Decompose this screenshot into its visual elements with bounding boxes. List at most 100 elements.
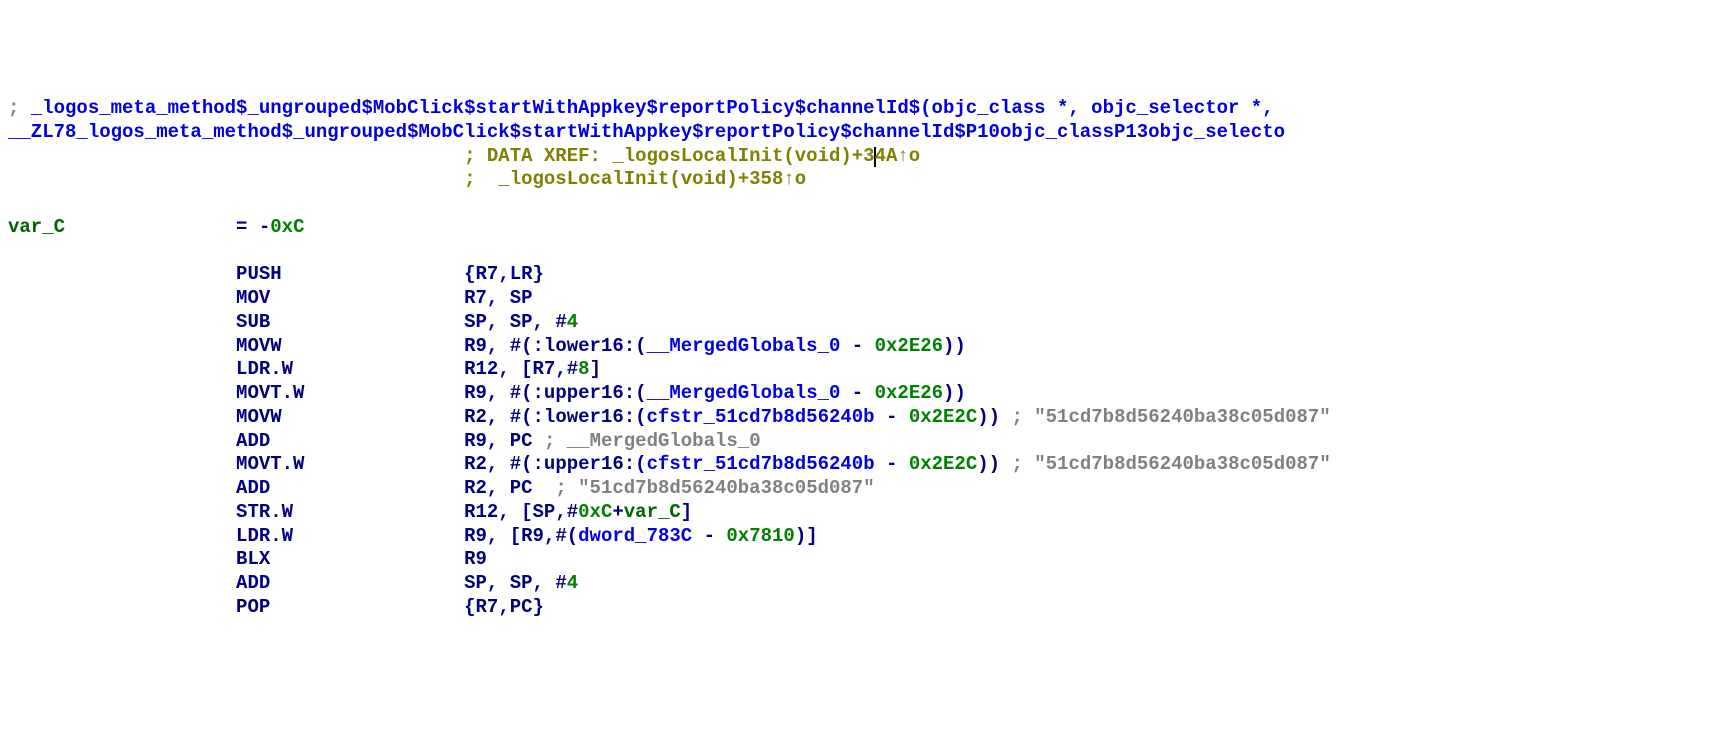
neg-sign: - xyxy=(259,216,270,238)
comment-prefix: ; xyxy=(464,145,487,167)
operand: , #( xyxy=(487,382,533,404)
operand: var_C xyxy=(624,501,681,523)
operand: , xyxy=(487,311,510,333)
operand: :lower16: xyxy=(533,406,636,428)
operand: ( xyxy=(635,406,646,428)
operand: )) xyxy=(977,453,1000,475)
function-signature: _logos_meta_method$_ungrouped$MobClick$s… xyxy=(31,97,1274,119)
operand: __MergedGlobals_0 xyxy=(647,335,841,357)
operand: 4 xyxy=(567,311,578,333)
operand: , xyxy=(498,596,509,618)
asm-line[interactable]: SUB SP, SP, #4 xyxy=(8,311,1720,335)
disassembly-view[interactable]: ; _logos_meta_method$_ungrouped$MobClick… xyxy=(8,97,1720,620)
operand: 8 xyxy=(578,358,589,380)
equals: = xyxy=(236,216,259,238)
operand: 0x2E2C xyxy=(909,453,977,475)
operand: R7 xyxy=(476,263,499,285)
operand: - xyxy=(875,406,909,428)
operand: cfstr_51cd7b8d56240b xyxy=(647,453,875,475)
operand: )] xyxy=(795,525,818,547)
operand: R12 xyxy=(464,501,498,523)
operand: SP xyxy=(510,287,533,309)
operand: , #( xyxy=(487,453,533,475)
operand: 0x2E26 xyxy=(875,335,943,357)
mnemonic: POP xyxy=(236,596,270,618)
operand: , [ xyxy=(498,358,532,380)
asm-comment: ; "51cd7b8d56240ba38c05d087" xyxy=(533,477,875,499)
mnemonic: MOV xyxy=(236,287,270,309)
operand: - xyxy=(875,453,909,475)
operand: PC xyxy=(510,596,533,618)
operand: } xyxy=(533,596,544,618)
operand: R9 xyxy=(464,525,487,547)
asm-line[interactable]: MOVW R2, #(:lower16:(cfstr_51cd7b8d56240… xyxy=(8,406,1720,430)
mnemonic: MOVW xyxy=(236,406,282,428)
xref-label: DATA XREF: xyxy=(487,145,612,167)
asm-line[interactable]: POP {R7,PC} xyxy=(8,596,1720,620)
mnemonic: MOVT.W xyxy=(236,382,304,404)
asm-line[interactable]: BLX R9 xyxy=(8,548,1720,572)
comment-prefix: ; xyxy=(464,168,498,190)
operand: :upper16: xyxy=(533,453,636,475)
asm-line[interactable]: MOVT.W R9, #(:upper16:(__MergedGlobals_0… xyxy=(8,382,1720,406)
operand: R2 xyxy=(464,453,487,475)
asm-comment: ; "51cd7b8d56240ba38c05d087" xyxy=(1000,453,1331,475)
operand: R9 xyxy=(464,335,487,357)
operand: )) xyxy=(943,335,966,357)
mnemonic: ADD xyxy=(236,572,270,594)
operand: SP xyxy=(510,311,533,333)
operand: __MergedGlobals_0 xyxy=(647,382,841,404)
xref-target[interactable]: 4A xyxy=(875,145,898,167)
operand: ] xyxy=(681,501,692,523)
mnemonic: MOVT.W xyxy=(236,453,304,475)
operand: )) xyxy=(977,406,1000,428)
mnemonic: BLX xyxy=(236,548,270,570)
asm-line[interactable]: LDR.W R12, [R7,#8] xyxy=(8,358,1720,382)
operand: SP xyxy=(464,311,487,333)
operand: ( xyxy=(635,453,646,475)
mnemonic: MOVW xyxy=(236,335,282,357)
xref-arrow: ↑o xyxy=(783,168,806,190)
asm-line[interactable]: MOVT.W R2, #(:upper16:(cfstr_51cd7b8d562… xyxy=(8,453,1720,477)
operand: ,#( xyxy=(544,525,578,547)
operand: ( xyxy=(635,382,646,404)
operand: :upper16: xyxy=(533,382,636,404)
operand: R12 xyxy=(464,358,498,380)
mnemonic: PUSH xyxy=(236,263,282,285)
asm-line[interactable]: MOVW R9, #(:lower16:(__MergedGlobals_0 -… xyxy=(8,335,1720,359)
xref-target[interactable]: _logosLocalInit(void)+3 xyxy=(612,145,874,167)
asm-comment: ; xyxy=(533,430,567,452)
operand: , xyxy=(487,572,510,594)
operand: , xyxy=(487,287,510,309)
operand: - xyxy=(840,335,874,357)
operand: ] xyxy=(590,358,601,380)
asm-line[interactable]: ADD R9, PC ; __MergedGlobals_0 xyxy=(8,430,1720,454)
xref-arrow: ↑o xyxy=(897,145,920,167)
function-comment-line: ; _logos_meta_method$_ungrouped$MobClick… xyxy=(8,97,1720,121)
operand: 0xC xyxy=(578,501,612,523)
local-var-line[interactable]: var_C = -0xC xyxy=(8,216,1720,240)
mnemonic: STR.W xyxy=(236,501,293,523)
asm-line[interactable]: ADD SP, SP, #4 xyxy=(8,572,1720,596)
operand: R9 xyxy=(521,525,544,547)
asm-line[interactable]: LDR.W R9, [R9,#(dword_783C - 0x7810)] xyxy=(8,525,1720,549)
asm-line[interactable]: ADD R2, PC ; "51cd7b8d56240ba38c05d087" xyxy=(8,477,1720,501)
operand: :lower16: xyxy=(533,335,636,357)
operand: ,# xyxy=(555,501,578,523)
xref-line: ; DATA XREF: _logosLocalInit(void)+34A↑o xyxy=(8,145,1720,169)
asm-line[interactable]: PUSH {R7,LR} xyxy=(8,263,1720,287)
mangled-name-line: __ZL78_logos_meta_method$_ungrouped$MobC… xyxy=(8,121,1720,145)
xref-target[interactable]: _logosLocalInit(void)+358 xyxy=(498,168,783,190)
blank-line xyxy=(8,192,1720,216)
operand: SP xyxy=(510,572,533,594)
asm-line[interactable]: MOV R7, SP xyxy=(8,287,1720,311)
operand: LR xyxy=(510,263,533,285)
operand: 0x7810 xyxy=(726,525,794,547)
local-var-name[interactable]: var_C xyxy=(8,216,65,238)
operand: { xyxy=(464,263,475,285)
operand: R9 xyxy=(464,382,487,404)
asm-line[interactable]: STR.W R12, [SP,#0xC+var_C] xyxy=(8,501,1720,525)
operand: SP xyxy=(533,501,556,523)
operand: - xyxy=(692,525,726,547)
operand: , [ xyxy=(487,525,521,547)
